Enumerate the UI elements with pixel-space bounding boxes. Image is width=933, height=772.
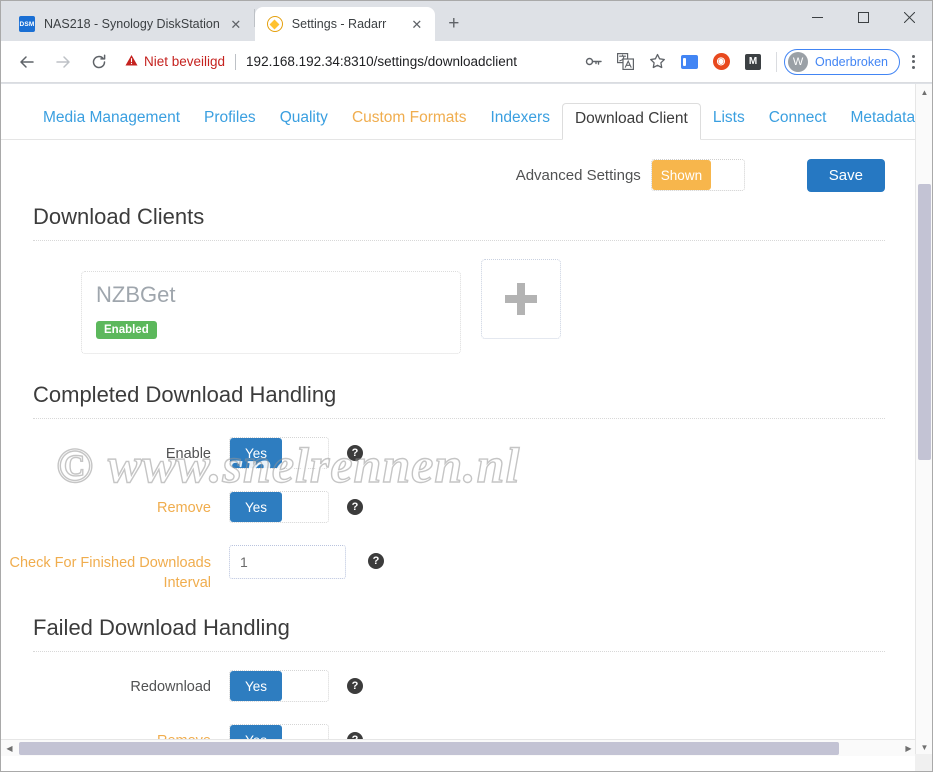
advanced-settings-label: Advanced Settings — [515, 166, 641, 184]
extension-blue-icon[interactable] — [676, 49, 702, 75]
toggle-value: Yes — [230, 492, 282, 522]
security-label: Niet beveiligd — [144, 54, 226, 69]
tab-connect[interactable]: Connect — [757, 103, 839, 140]
toggle-enable[interactable]: Yes — [229, 437, 329, 469]
tab-metadata[interactable]: Metadata — [838, 103, 917, 140]
translate-icon[interactable] — [612, 49, 638, 75]
tab-strip: DSM NAS218 - Synology DiskStation ✕ Sett… — [1, 1, 932, 41]
horizontal-scroll-thumb[interactable] — [19, 742, 839, 755]
download-client-name: NZBGet — [96, 282, 176, 307]
forward-icon[interactable] — [49, 48, 77, 76]
section-heading-completed: Completed Download Handling — [33, 382, 885, 419]
form-label-check-interval: Check For Finished Downloads Interval — [9, 555, 211, 591]
plus-icon — [499, 277, 543, 321]
advanced-settings-value: Shown — [651, 160, 712, 190]
browser-tab-radarr[interactable]: Settings - Radarr ✕ — [254, 7, 435, 41]
tab-lists[interactable]: Lists — [701, 103, 757, 140]
tab-media-management[interactable]: Media Management — [31, 103, 192, 140]
omnibox-divider — [235, 53, 237, 70]
check-interval-input[interactable] — [229, 545, 346, 579]
scroll-left-icon[interactable]: ◀ — [1, 740, 18, 756]
advanced-settings-track — [711, 160, 744, 190]
url-text: 192.168.192.34:8310/settings/downloadcli… — [246, 54, 518, 69]
extension-orange-icon[interactable]: ◉ — [708, 49, 734, 75]
browser-tab-dsm[interactable]: DSM NAS218 - Synology DiskStation ✕ — [7, 7, 254, 41]
close-icon[interactable]: ✕ — [228, 16, 244, 32]
vertical-scroll-thumb[interactable] — [918, 184, 931, 460]
scrollbar-corner — [915, 754, 932, 771]
browser-tab-title: NAS218 - Synology DiskStation — [44, 17, 220, 31]
help-icon[interactable]: ? — [347, 678, 363, 695]
bookmark-star-icon[interactable] — [644, 49, 670, 75]
save-button[interactable]: Save — [806, 158, 885, 192]
close-icon[interactable]: ✕ — [409, 16, 425, 32]
settings-tab-nav: Media Management Profiles Quality Custom… — [1, 102, 917, 140]
horizontal-scrollbar[interactable]: ◀ ▶ — [1, 739, 917, 756]
help-icon[interactable]: ? — [347, 445, 363, 461]
tab-quality[interactable]: Quality — [268, 103, 340, 140]
form-label-remove-completed: Remove — [157, 500, 211, 516]
status-badge: Enabled — [96, 321, 157, 339]
form-row-remove-completed: Remove Yes ? — [1, 491, 917, 523]
close-window-icon[interactable] — [886, 1, 932, 33]
extension-orange-shape: ◉ — [712, 53, 730, 70]
password-key-icon[interactable] — [580, 49, 606, 75]
toggle-remove-completed[interactable]: Yes — [229, 491, 329, 523]
form-label-enable: Enable — [165, 446, 211, 462]
form-label-redownload: Redownload — [130, 679, 211, 696]
radarr-icon-shape — [266, 16, 283, 32]
section-heading-download-clients: Download Clients — [33, 204, 885, 241]
vertical-scrollbar[interactable]: ▲ ▼ — [915, 84, 932, 756]
advanced-settings-toggle[interactable]: Shown — [650, 159, 745, 191]
window-controls — [794, 1, 932, 41]
download-clients-list: NZBGet Enabled — [1, 241, 917, 354]
browser-window: DSM NAS218 - Synology DiskStation ✕ Sett… — [0, 0, 933, 772]
scroll-up-icon[interactable]: ▲ — [916, 84, 932, 101]
download-client-card[interactable]: NZBGet Enabled — [81, 271, 461, 354]
dsm-icon-text: DSM — [19, 16, 35, 32]
help-icon[interactable]: ? — [347, 499, 363, 515]
add-download-client-button[interactable] — [481, 259, 561, 339]
advanced-settings-row: Advanced Settings Shown Save — [1, 140, 917, 194]
warning-triangle-icon — [125, 54, 138, 69]
help-icon[interactable]: ? — [368, 553, 384, 569]
extension-m-icon[interactable]: M — [740, 49, 766, 75]
toggle-value: Yes — [230, 438, 282, 468]
page-viewport: Media Management Profiles Quality Custom… — [1, 84, 932, 771]
form-row-check-interval: Check For Finished Downloads Interval ? — [1, 545, 917, 593]
address-bar[interactable]: Niet beveiligd 192.168.192.34:8310/setti… — [125, 48, 571, 76]
tab-indexers[interactable]: Indexers — [479, 103, 562, 140]
minimize-icon[interactable] — [794, 1, 840, 33]
extension-m-letter: M — [745, 53, 762, 70]
toggle-value: Yes — [230, 671, 282, 702]
avatar: W — [788, 51, 809, 72]
back-icon[interactable] — [13, 48, 41, 76]
radarr-settings-page: Media Management Profiles Quality Custom… — [1, 84, 917, 756]
extension-blue-shape — [680, 54, 698, 69]
reload-icon[interactable] — [85, 48, 113, 76]
tab-profiles[interactable]: Profiles — [192, 103, 268, 140]
browser-tab-title: Settings - Radarr — [291, 17, 387, 31]
section-heading-failed: Failed Download Handling — [33, 615, 885, 653]
dsm-icon: DSM — [19, 16, 35, 32]
security-status[interactable]: Niet beveiligd — [125, 54, 225, 69]
profile-label: Onderbroken — [815, 54, 888, 69]
browser-toolbar: Niet beveiligd 192.168.192.34:8310/setti… — [1, 41, 932, 83]
toolbar-divider — [776, 51, 778, 72]
radarr-icon — [266, 16, 283, 32]
form-row-enable: Enable Yes ? — [1, 437, 917, 469]
maximize-icon[interactable] — [840, 1, 886, 33]
profile-button[interactable]: W Onderbroken — [784, 48, 900, 75]
toggle-redownload[interactable]: Yes — [229, 670, 329, 703]
tab-download-client[interactable]: Download Client — [561, 103, 701, 140]
form-row-redownload: Redownload Yes ? — [1, 670, 917, 703]
new-tab-button[interactable]: + — [440, 10, 468, 38]
completed-download-form: Enable Yes ? Remove Yes ? Check For Fini… — [1, 419, 917, 593]
tab-custom-formats[interactable]: Custom Formats — [340, 103, 479, 140]
browser-menu-icon[interactable] — [902, 49, 924, 75]
